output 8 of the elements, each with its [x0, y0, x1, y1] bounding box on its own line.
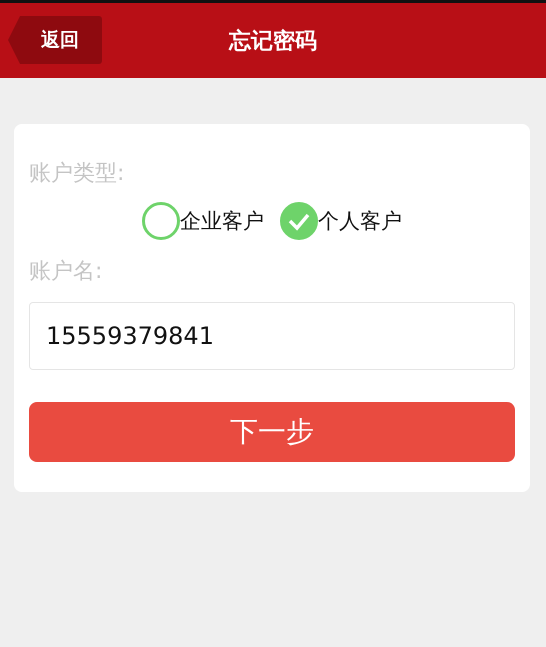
back-button[interactable]: 返回 — [8, 16, 102, 64]
page-title: 忘记密码 — [229, 28, 317, 56]
account-name-label: 账户名: — [29, 258, 104, 286]
account-name-field[interactable]: 15559379841 — [29, 302, 515, 370]
account-type-label: 账户类型: — [29, 160, 126, 188]
account-type-radio[interactable]: 企业客户 — [142, 202, 264, 240]
account-type-radio[interactable]: 个人客户 — [280, 202, 402, 240]
next-button[interactable]: 下一步 — [29, 402, 515, 462]
